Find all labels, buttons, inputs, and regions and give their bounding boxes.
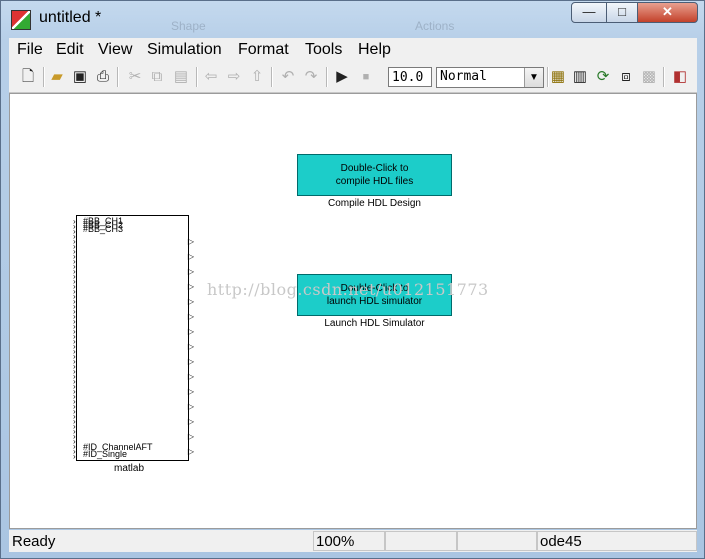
copy-icon[interactable]: ⧉ <box>147 67 167 87</box>
new-file-icon[interactable]: 🗋 <box>18 67 38 87</box>
simulink-app-icon[interactable] <box>11 10 31 30</box>
close-button[interactable]: ✕ <box>637 2 698 23</box>
menu-view[interactable]: View <box>98 41 132 59</box>
output-port[interactable]: ▷ <box>188 328 194 336</box>
menu-edit[interactable]: Edit <box>56 41 84 59</box>
background-window-hint: Shape <box>171 19 206 33</box>
menu-tools[interactable]: Tools <box>305 41 342 59</box>
status-solver: ode45 <box>537 531 697 551</box>
simulation-mode-select[interactable]: Normal ▼ <box>436 67 544 88</box>
background-window-hint: Actions <box>415 19 455 33</box>
compile-hdl-block[interactable]: Double-Click to compile HDL files <box>297 154 452 196</box>
save-icon[interactable]: ▣ <box>70 67 90 87</box>
toolbar: 🗋 ▰ ▣ ⎙ ✂ ⧉ ▤ ⇦ ⇨ ⇧ ↶ ↷ ▶ ■ 10.0 Normal … <box>9 62 697 93</box>
model-canvas[interactable]: Double-Click to compile HDL files Compil… <box>9 93 697 529</box>
menu-help[interactable]: Help <box>358 41 391 59</box>
toolbar-separator <box>196 67 198 87</box>
output-port[interactable]: ▷ <box>188 418 194 426</box>
input-port[interactable]: › <box>73 453 76 461</box>
update-diagram-icon[interactable]: ⟳ <box>593 67 613 87</box>
port-label: #ID_Single <box>83 449 128 459</box>
stop-icon[interactable]: ■ <box>356 67 376 87</box>
toolbar-separator <box>663 67 665 87</box>
cut-icon[interactable]: ✂ <box>125 67 145 87</box>
output-port[interactable]: ▷ <box>188 313 194 321</box>
minimize-button[interactable]: — <box>571 2 607 23</box>
launch-block-label: Launch HDL Simulator <box>324 318 425 329</box>
menu-bar: File Edit View Simulation Format Tools H… <box>9 38 697 62</box>
forward-arrow-icon[interactable]: ⇨ <box>224 67 244 87</box>
compile-block-line2: compile HDL files <box>335 176 414 187</box>
output-port[interactable]: ▷ <box>188 358 194 366</box>
toolbar-separator <box>43 67 45 87</box>
compile-block-line1: Double-Click to <box>340 163 409 174</box>
output-port[interactable]: ▷ <box>188 298 194 306</box>
status-empty-2 <box>457 531 537 551</box>
port-label: #BB_CH3 <box>83 224 124 234</box>
output-port[interactable]: ▷ <box>188 283 194 291</box>
play-icon[interactable]: ▶ <box>332 67 352 87</box>
output-port[interactable]: ▷ <box>188 433 194 441</box>
up-arrow-icon[interactable]: ⇧ <box>247 67 267 87</box>
maximize-button[interactable]: □ <box>606 2 638 23</box>
print-icon[interactable]: ⎙ <box>93 67 113 87</box>
library-browser-icon[interactable]: ▦ <box>548 67 568 87</box>
menu-format[interactable]: Format <box>238 41 289 59</box>
paste-icon[interactable]: ▤ <box>171 67 191 87</box>
matlab-block-label: matlab <box>114 463 145 474</box>
compile-block-label: Compile HDL Design <box>328 198 421 209</box>
output-port[interactable]: ▷ <box>188 253 194 261</box>
simulink-window: untitled * Shape Actions — □ ✕ File Edit… <box>0 0 705 559</box>
chevron-down-icon[interactable]: ▼ <box>524 68 543 87</box>
output-port[interactable]: ▷ <box>188 388 194 396</box>
output-port[interactable]: ▷ <box>188 448 194 456</box>
open-folder-icon[interactable]: ▰ <box>47 67 67 87</box>
toolbar-separator <box>117 67 119 87</box>
stop-time-field[interactable]: 10.0 <box>388 67 432 87</box>
status-bar: Ready 100% ode45 <box>9 530 697 552</box>
output-port[interactable]: ▷ <box>188 268 194 276</box>
debug-icon[interactable]: ▩ <box>639 67 659 87</box>
status-zoom: 100% <box>313 531 385 551</box>
title-bar: untitled * Shape Actions — □ ✕ <box>1 1 704 37</box>
output-port[interactable]: ▷ <box>188 373 194 381</box>
back-arrow-icon[interactable]: ⇦ <box>201 67 221 87</box>
launch-block-line2: launch HDL simulator <box>326 296 423 307</box>
status-ready: Ready <box>12 533 56 550</box>
output-port[interactable]: ▷ <box>188 238 194 246</box>
launch-block-line1: Double-Click to <box>340 283 409 294</box>
undo-icon[interactable]: ↶ <box>278 67 298 87</box>
menu-simulation[interactable]: Simulation <box>147 41 222 59</box>
output-port[interactable]: ▷ <box>188 343 194 351</box>
simulation-mode-value: Normal <box>440 69 487 84</box>
status-empty-1 <box>385 531 457 551</box>
matlab-subsystem-block[interactable]: › › › › › › › › › › › › › › › › › › › › › › › › › › › › › › › › › › › › › › › ›… <box>73 215 194 461</box>
window-title: untitled * <box>39 9 102 26</box>
build-icon[interactable]: ⧈ <box>616 67 636 87</box>
redo-icon[interactable]: ↷ <box>301 67 321 87</box>
toolbar-separator <box>271 67 273 87</box>
menu-file[interactable]: File <box>17 41 43 59</box>
launch-hdl-block[interactable]: Double-Click to launch HDL simulator <box>297 274 452 316</box>
output-port[interactable]: ▷ <box>188 403 194 411</box>
model-advisor-icon[interactable]: ◧ <box>670 67 690 87</box>
model-explorer-icon[interactable]: ▥ <box>570 67 590 87</box>
toolbar-separator <box>326 67 328 87</box>
